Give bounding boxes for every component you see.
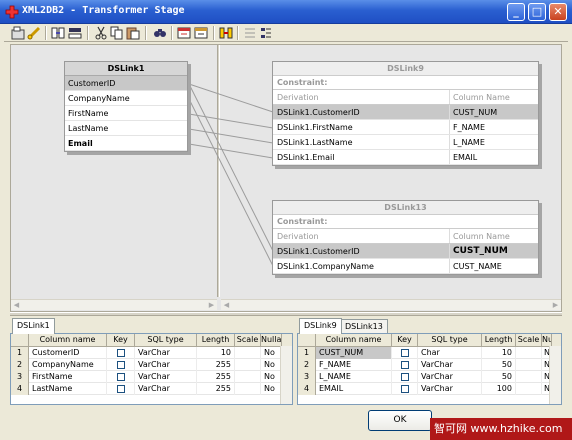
tab-dslink9[interactable]: DSLink9 [299, 318, 342, 334]
transformer-stage-icon [5, 5, 19, 19]
table-row[interactable]: 2 CompanyName VarChar 255 No [11, 359, 292, 371]
cut-icon[interactable] [93, 25, 109, 41]
table-row[interactable]: 2 F_NAME VarChar 50 N [298, 359, 561, 371]
copy-icon[interactable] [109, 25, 125, 41]
column-name-header[interactable]: Column name [316, 334, 392, 347]
input-columns-grid[interactable]: Column name Key SQL type Length Scale Nu… [10, 333, 293, 405]
key-checkbox[interactable] [400, 349, 409, 357]
length-header[interactable]: Length [482, 334, 516, 347]
minimize-button[interactable]: _ [507, 3, 525, 21]
derivation-row[interactable]: DSLink1.CustomerID CUST_NUM [273, 105, 538, 120]
derivation-row[interactable]: DSLink1.LastName L_NAME [273, 135, 538, 150]
column-name-header[interactable]: Column name [29, 334, 107, 347]
close-button[interactable]: ✕ [549, 3, 567, 21]
horizontal-splitter[interactable] [10, 312, 562, 316]
derivation-header: Derivation [277, 93, 319, 102]
column-row[interactable]: LastName [65, 121, 187, 136]
right-pane-scrollbar[interactable]: ◀ ▶ [221, 299, 561, 310]
derivation-row[interactable]: DSLink1.Email EMAIL [273, 150, 538, 165]
key-header[interactable]: Key [392, 334, 418, 347]
table-row[interactable]: 4 EMAIL VarChar 100 N [298, 383, 561, 395]
link-area[interactable]: DSLink1 CustomerID CompanyName FirstName… [10, 44, 562, 312]
derivation-row[interactable]: DSLink1.CompanyName CUST_NAME [273, 259, 538, 274]
nullable-header[interactable]: Nullable [261, 334, 282, 347]
ok-button[interactable]: OK [368, 410, 432, 431]
column-name-header: Column Name [453, 232, 510, 241]
save-table-definition-icon[interactable] [193, 25, 209, 41]
scale-header[interactable]: Scale [235, 334, 261, 347]
derivation-row[interactable]: DSLink1.FirstName F_NAME [273, 120, 538, 135]
column-auto-match-2-icon[interactable] [218, 25, 234, 41]
output-link-dslink9[interactable]: DSLink9 Constraint: Derivation Column Na… [272, 61, 539, 166]
left-pane-scrollbar[interactable]: ◀ ▶ [11, 299, 217, 310]
relation-line [188, 113, 274, 129]
key-header[interactable]: Key [107, 334, 135, 347]
key-checkbox[interactable] [116, 385, 125, 393]
link-title: DSLink13 [273, 201, 538, 215]
constraints-icon[interactable] [26, 25, 42, 41]
tab-dslink1[interactable]: DSLink1 [12, 318, 55, 334]
key-checkbox[interactable] [400, 385, 409, 393]
maximize-button[interactable]: □ [528, 3, 546, 21]
relation-line [188, 143, 274, 159]
constraint-label[interactable]: Constraint: [273, 76, 538, 90]
key-checkbox[interactable] [116, 373, 125, 381]
derivation-row[interactable]: DSLink1.CustomerID CUST_NUM [273, 244, 538, 259]
column-name-header: Column Name [453, 93, 510, 102]
column-headers: Derivation Column Name [273, 90, 538, 105]
table-row[interactable]: 1 CustomerID VarChar 10 No [11, 347, 292, 359]
relation-line [188, 83, 274, 113]
column-headers: Derivation Column Name [273, 229, 538, 244]
sql-type-header[interactable]: SQL type [418, 334, 482, 347]
grid-scrollbar[interactable] [549, 346, 561, 404]
title-bar[interactable]: XML2DB2 - Transformer Stage _ □ ✕ [0, 0, 572, 24]
toolbar [4, 24, 568, 42]
load-column-definition-icon[interactable] [176, 25, 192, 41]
relation-line [188, 128, 274, 144]
column-row[interactable]: Email [65, 136, 187, 151]
constraint-label[interactable]: Constraint: [273, 215, 538, 229]
watermark: 智可网 www.hzhike.com [430, 418, 572, 440]
show-links-icon[interactable] [258, 25, 274, 41]
relation-line [188, 83, 274, 252]
tab-dslink13[interactable]: DSLink13 [340, 319, 388, 334]
window-title: XML2DB2 - Transformer Stage [22, 5, 185, 16]
input-link-order-icon[interactable] [67, 25, 83, 41]
key-checkbox[interactable] [116, 349, 125, 357]
key-checkbox[interactable] [116, 361, 125, 369]
table-row[interactable]: 3 L_NAME VarChar 50 N [298, 371, 561, 383]
scale-header[interactable]: Scale [516, 334, 542, 347]
paste-icon[interactable] [125, 25, 141, 41]
grid-scrollbar[interactable] [280, 346, 292, 404]
find-replace-icon[interactable] [152, 25, 168, 41]
link-title: DSLink9 [273, 62, 538, 76]
link-title: DSLink1 [65, 62, 187, 76]
column-auto-match-icon[interactable] [50, 25, 66, 41]
stage-properties-icon[interactable] [10, 25, 26, 41]
show-all-relations-icon[interactable] [242, 25, 258, 41]
table-row[interactable]: 1 CUST_NUM Char 10 N [298, 347, 561, 359]
column-row[interactable]: CustomerID [65, 76, 187, 91]
output-columns-grid[interactable]: Column name Key SQL type Length Scale Nu… [297, 333, 562, 405]
relation-line [188, 98, 274, 267]
sql-type-header[interactable]: SQL type [135, 334, 197, 347]
column-row[interactable]: CompanyName [65, 91, 187, 106]
output-link-dslink13[interactable]: DSLink13 Constraint: Derivation Column N… [272, 200, 539, 275]
key-checkbox[interactable] [400, 373, 409, 381]
column-row[interactable]: FirstName [65, 106, 187, 121]
derivation-header: Derivation [277, 232, 319, 241]
length-header[interactable]: Length [197, 334, 235, 347]
key-checkbox[interactable] [400, 361, 409, 369]
input-link-dslink1[interactable]: DSLink1 CustomerID CompanyName FirstName… [64, 61, 188, 152]
table-row[interactable]: 4 LastName VarChar 255 No [11, 383, 292, 395]
table-row[interactable]: 3 FirstName VarChar 255 No [11, 371, 292, 383]
